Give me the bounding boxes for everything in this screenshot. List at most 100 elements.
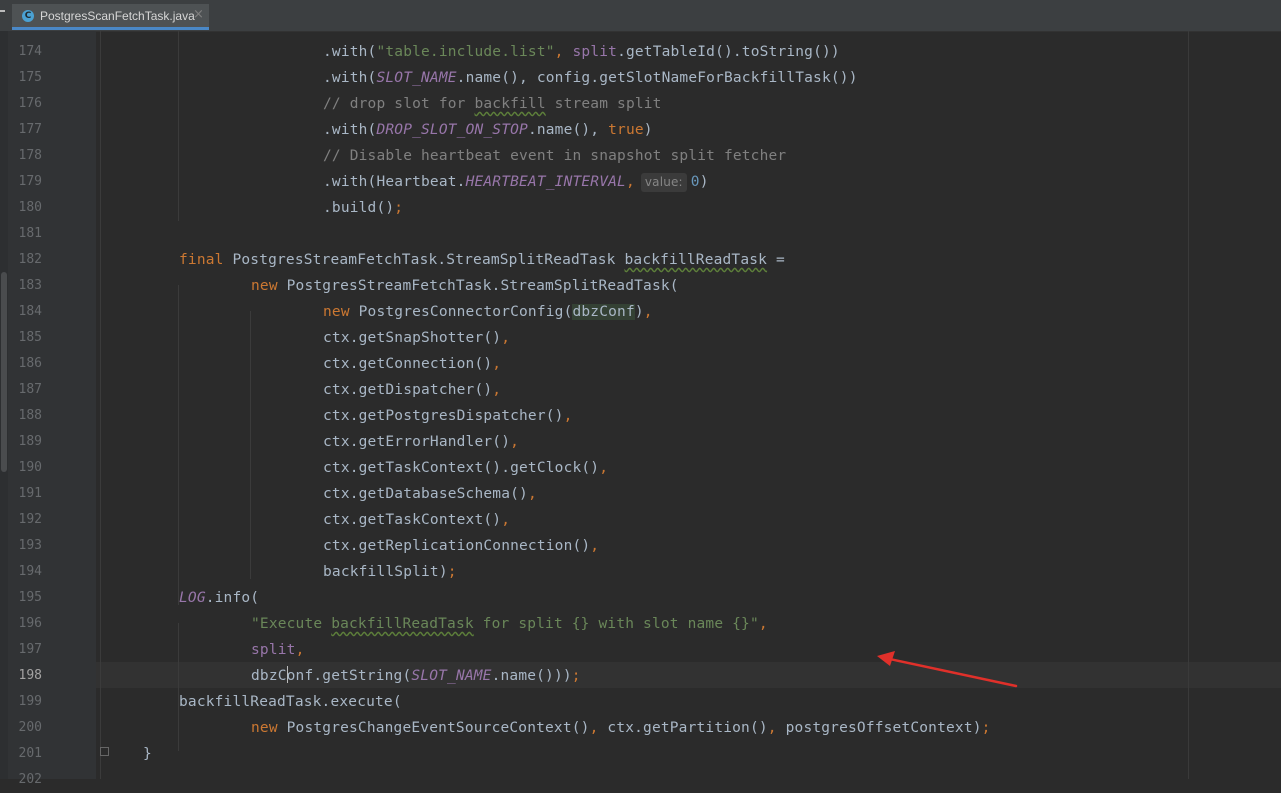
line-number[interactable]: 181	[10, 221, 42, 247]
code-token: ,	[767, 720, 786, 736]
code-token: .with(	[323, 70, 377, 86]
scrollbar-track[interactable]	[0, 31, 8, 779]
code-line-192[interactable]: ctx.getTaskContext(),	[323, 507, 510, 533]
line-number[interactable]: 178	[10, 143, 42, 169]
code-line-196[interactable]: "Execute backfillReadTask for split {} w…	[251, 611, 768, 637]
right-margin-guide	[1188, 31, 1189, 779]
code-token: ;	[981, 720, 991, 736]
code-token: ctx.getPostgresDispatcher()	[323, 408, 564, 424]
line-number[interactable]: 197	[10, 637, 42, 663]
line-number[interactable]: 201	[10, 741, 42, 767]
line-number[interactable]: 176	[10, 91, 42, 117]
string-literal: for split {} with slot name {}"	[473, 616, 759, 632]
line-number[interactable]: 198	[10, 663, 42, 689]
close-icon[interactable]: ×	[193, 7, 204, 22]
indent-guide	[100, 31, 101, 779]
line-number[interactable]: 192	[10, 507, 42, 533]
code-token: ,	[589, 720, 608, 736]
code-line-175[interactable]: .with(SLOT_NAME.name(), config.getSlotNa…	[323, 65, 858, 91]
code-line-178[interactable]: // Disable heartbeat event in snapshot s…	[323, 143, 786, 169]
code-line-177[interactable]: .with(DROP_SLOT_ON_STOP.name(), true)	[323, 117, 653, 143]
code-line-179[interactable]: .with(Heartbeat.HEARTBEAT_INTERVAL, value…	[323, 169, 709, 195]
code-line-194[interactable]: backfillSplit);	[323, 559, 457, 585]
line-number[interactable]: 191	[10, 481, 42, 507]
code-line-195[interactable]: LOG.info(	[179, 585, 259, 611]
code-token: ctx.getReplicationConnection()	[323, 538, 591, 554]
line-number[interactable]: 175	[10, 65, 42, 91]
code-line-193[interactable]: ctx.getReplicationConnection(),	[323, 533, 599, 559]
code-token: .build()	[323, 200, 395, 216]
code-line-189[interactable]: ctx.getErrorHandler(),	[323, 429, 519, 455]
code-line-182[interactable]: final PostgresStreamFetchTask.StreamSpli…	[179, 247, 785, 273]
code-token: ,	[758, 616, 768, 632]
code-token: .name()))	[491, 668, 572, 684]
code-token: ,	[510, 434, 520, 450]
code-line-185[interactable]: ctx.getSnapShotter(),	[323, 325, 510, 351]
line-number[interactable]: 177	[10, 117, 42, 143]
line-number[interactable]: 196	[10, 611, 42, 637]
code-line-183[interactable]: new PostgresStreamFetchTask.StreamSplitR…	[251, 273, 679, 299]
code-line-188[interactable]: ctx.getPostgresDispatcher(),	[323, 403, 573, 429]
variable: split	[251, 642, 296, 658]
code-line-197[interactable]: split,	[251, 637, 304, 663]
line-number[interactable]: 188	[10, 403, 42, 429]
code-token: PostgresConnectorConfig(	[358, 304, 573, 320]
line-number[interactable]: 174	[10, 39, 42, 65]
code-token: ,	[625, 174, 635, 190]
code-line-191[interactable]: ctx.getDatabaseSchema(),	[323, 481, 537, 507]
code-line-176[interactable]: // drop slot for backfill stream split	[323, 91, 662, 117]
code-token: ,	[501, 512, 511, 528]
code-line-180[interactable]: .build();	[323, 195, 403, 221]
code-line-201[interactable]: }	[143, 741, 152, 767]
code-line-200[interactable]: new PostgresChangeEventSourceContext(), …	[251, 715, 991, 741]
code-line-198[interactable]: dbzConf.getString(SLOT_NAME.name()));	[251, 663, 581, 689]
line-number[interactable]: 194	[10, 559, 42, 585]
keyword: new	[251, 720, 287, 736]
code-editor[interactable]: .with("table.include.list", split.getTab…	[96, 31, 1281, 779]
line-number[interactable]: 182	[10, 247, 42, 273]
line-number[interactable]: 180	[10, 195, 42, 221]
code-token: backfillReadTask.execute(	[179, 694, 402, 710]
code-token: ;	[571, 668, 581, 684]
line-number[interactable]: 199	[10, 689, 42, 715]
fold-icon[interactable]	[100, 747, 109, 756]
line-number[interactable]: 193	[10, 533, 42, 559]
indent-guide	[178, 623, 179, 751]
code-token: )	[699, 174, 709, 190]
line-number[interactable]: 186	[10, 351, 42, 377]
scrollbar-thumb[interactable]	[1, 272, 7, 472]
code-line-190[interactable]: ctx.getTaskContext().getClock(),	[323, 455, 608, 481]
tab-bar-menu-icon[interactable]	[0, 10, 5, 12]
line-number[interactable]: 202	[10, 767, 42, 793]
code-token: ctx.getTaskContext()	[323, 512, 502, 528]
comment: // Disable heartbeat event in snapshot s…	[323, 148, 787, 164]
indent-guide	[250, 311, 251, 579]
line-number[interactable]: 189	[10, 429, 42, 455]
line-number[interactable]: 190	[10, 455, 42, 481]
code-line-187[interactable]: ctx.getDispatcher(),	[323, 377, 501, 403]
code-line-186[interactable]: ctx.getConnection(),	[323, 351, 501, 377]
code-token: }	[143, 746, 152, 762]
line-number-gutter[interactable]: 174 175 176 177 178 179 180 181 182 183 184 185 186 1…	[0, 31, 96, 787]
code-token: ctx.getDatabaseSchema()	[323, 486, 528, 502]
line-number[interactable]: 185	[10, 325, 42, 351]
code-token: ,	[492, 356, 502, 372]
keyword: new	[251, 278, 287, 294]
constant: DROP_SLOT_ON_STOP	[376, 122, 528, 138]
code-token: ;	[447, 564, 457, 580]
variable: dbzConf	[572, 304, 635, 320]
code-token: .with(	[323, 44, 377, 60]
code-line-199[interactable]: backfillReadTask.execute(	[179, 689, 402, 715]
java-class-icon: C	[22, 10, 34, 22]
line-number[interactable]: 195	[10, 585, 42, 611]
code-line-174[interactable]: .with("table.include.list", split.getTab…	[323, 39, 840, 65]
line-number[interactable]: 179	[10, 169, 42, 195]
code-line-184[interactable]: new PostgresConnectorConfig(dbzConf),	[323, 299, 653, 325]
line-number[interactable]: 187	[10, 377, 42, 403]
string-literal: "table.include.list"	[376, 44, 555, 60]
code-token: ctx.getConnection()	[323, 356, 493, 372]
line-number[interactable]: 184	[10, 299, 42, 325]
tab-postgres-scan-fetch-task[interactable]: C PostgresScanFetchTask.java ×	[12, 4, 209, 30]
line-number[interactable]: 183	[10, 273, 42, 299]
line-number[interactable]: 200	[10, 715, 42, 741]
